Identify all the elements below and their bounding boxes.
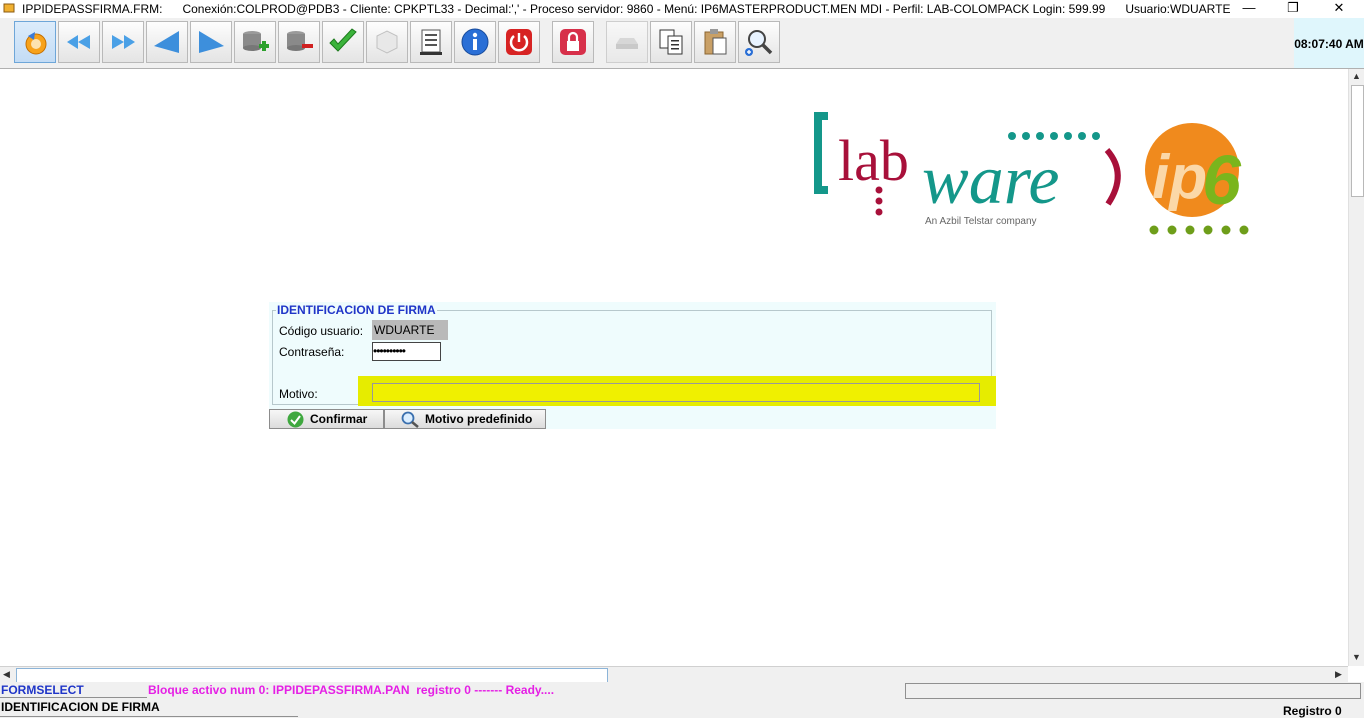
logo-ware-text: ware xyxy=(922,142,1059,219)
previous-record-button[interactable] xyxy=(146,21,188,63)
minimize-button[interactable]: — xyxy=(1226,0,1272,18)
motivo-label: Motivo: xyxy=(279,387,318,401)
check-circle-icon xyxy=(287,411,304,428)
scroll-up-icon[interactable]: ▲ xyxy=(1352,71,1361,81)
paste-button[interactable] xyxy=(694,21,736,63)
logo-lab-text: lab xyxy=(838,128,909,193)
toolbar: 08:07:40 AM xyxy=(0,18,1364,69)
vertical-scrollbar[interactable]: ▲ ▼ xyxy=(1348,69,1364,666)
status-divider-2 xyxy=(0,716,298,717)
commit-button[interactable] xyxy=(322,21,364,63)
status-divider xyxy=(0,697,147,698)
user-code-label: Código usuario: xyxy=(279,324,364,338)
logo-six-text: 6 xyxy=(1202,141,1242,219)
next-record-button[interactable] xyxy=(190,21,232,63)
window-title: IPPIDEPASSFIRMA.FRM: Conexión:COLPROD@PD… xyxy=(22,2,1231,16)
info-icon xyxy=(461,28,489,56)
confirm-button[interactable]: Confirmar xyxy=(269,409,384,429)
insert-record-button[interactable] xyxy=(234,21,276,63)
vertical-scroll-thumb[interactable] xyxy=(1351,85,1364,197)
horizontal-scrollbar[interactable]: ◀ ▶ xyxy=(0,666,1348,683)
undo-button[interactable] xyxy=(14,21,56,63)
last-record-button[interactable] xyxy=(102,21,144,63)
logo-tagline: An Azbil Telstar company xyxy=(925,216,1037,227)
status-record: Registro 0 xyxy=(1283,704,1342,718)
app-icon xyxy=(3,3,15,13)
blank-button[interactable] xyxy=(366,21,408,63)
previous-record-icon xyxy=(154,31,179,53)
scroll-right-icon[interactable]: ▶ xyxy=(1335,669,1342,680)
search-icon xyxy=(401,411,419,428)
undo-icon xyxy=(25,32,47,55)
confirm-label: Confirmar xyxy=(310,412,368,426)
info-button[interactable] xyxy=(454,21,496,63)
delete-record-icon xyxy=(287,31,313,51)
predefined-reason-label: Motivo predefinido xyxy=(425,412,533,426)
first-record-button[interactable] xyxy=(58,21,100,63)
disabled-tray-button[interactable] xyxy=(606,21,648,63)
maximize-button[interactable]: ❐ xyxy=(1270,0,1316,18)
status-form-name: FORMSELECT xyxy=(1,683,84,697)
status-progress-box xyxy=(905,683,1361,699)
title-bar: IPPIDEPASSFIRMA.FRM: Conexión:COLPROD@PD… xyxy=(0,0,1364,18)
password-label: Contraseña: xyxy=(279,345,345,359)
predefined-reason-button[interactable]: Motivo predefinido xyxy=(384,409,546,429)
lock-button[interactable] xyxy=(552,21,594,63)
list-document-icon xyxy=(420,29,442,55)
list-document-button[interactable] xyxy=(410,21,452,63)
power-exit-icon xyxy=(506,29,532,55)
labware-logo: lab ware An Azbil Telstar company ip 6 xyxy=(814,112,1249,235)
horizontal-scroll-thumb[interactable] xyxy=(16,668,608,683)
status-form-title: IDENTIFICACION DE FIRMA xyxy=(1,700,160,714)
motivo-input[interactable] xyxy=(372,383,980,402)
signature-form: IDENTIFICACION DE FIRMA Código usuario: … xyxy=(269,302,996,429)
scroll-down-icon[interactable]: ▼ xyxy=(1352,652,1361,662)
exit-button[interactable] xyxy=(498,21,540,63)
paste-icon xyxy=(704,29,727,55)
insert-record-icon xyxy=(243,31,269,51)
disabled-tray-icon xyxy=(616,38,638,49)
copy-icon xyxy=(659,29,683,55)
delete-record-button[interactable] xyxy=(278,21,320,63)
user-code-field[interactable]: WDUARTE xyxy=(372,320,448,340)
status-bar: FORMSELECT Bloque activo num 0: IPPIDEPA… xyxy=(0,682,1364,718)
zoom-search-icon xyxy=(745,30,773,56)
blank-box-icon xyxy=(376,30,398,54)
lock-icon xyxy=(560,29,586,55)
copy-button[interactable] xyxy=(650,21,692,63)
zoom-button[interactable] xyxy=(738,21,780,63)
fieldset-legend: IDENTIFICACION DE FIRMA xyxy=(276,303,437,317)
next-record-icon xyxy=(199,31,224,53)
scroll-left-icon[interactable]: ◀ xyxy=(3,669,10,680)
status-message: Bloque activo num 0: IPPIDEPASSFIRMA.PAN… xyxy=(148,683,555,697)
last-record-icon xyxy=(112,35,135,49)
password-field[interactable]: •••••••••• xyxy=(372,342,441,361)
close-button[interactable]: ✕ xyxy=(1316,0,1362,18)
clock: 08:07:40 AM xyxy=(1294,18,1364,68)
logo-ip-text: ip xyxy=(1152,143,1207,212)
commit-check-icon xyxy=(329,28,357,52)
first-record-icon xyxy=(67,35,90,49)
